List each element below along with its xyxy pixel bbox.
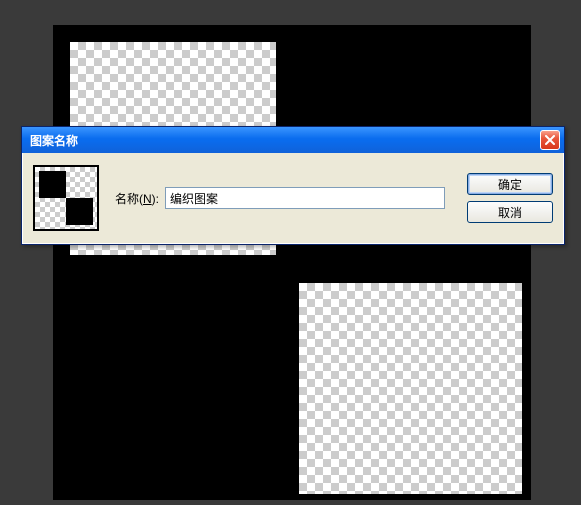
pattern-preview — [33, 165, 99, 231]
pattern-name-dialog: 图案名称 名称(N): 确定 取消 — [21, 126, 565, 245]
transparent-region-2 — [299, 283, 522, 494]
name-row: 名称(N): — [115, 187, 453, 209]
pattern-name-input[interactable] — [165, 187, 445, 209]
dialog-body: 名称(N): 确定 取消 — [22, 153, 564, 244]
close-icon — [545, 135, 555, 145]
ok-button[interactable]: 确定 — [467, 173, 553, 195]
cancel-button[interactable]: 取消 — [467, 201, 553, 223]
dialog-titlebar[interactable]: 图案名称 — [22, 127, 564, 153]
dialog-title: 图案名称 — [30, 132, 78, 149]
canvas-area[interactable] — [53, 25, 531, 500]
dialog-buttons: 确定 取消 — [467, 173, 553, 223]
close-button[interactable] — [540, 130, 560, 150]
name-label: 名称(N): — [115, 190, 159, 207]
